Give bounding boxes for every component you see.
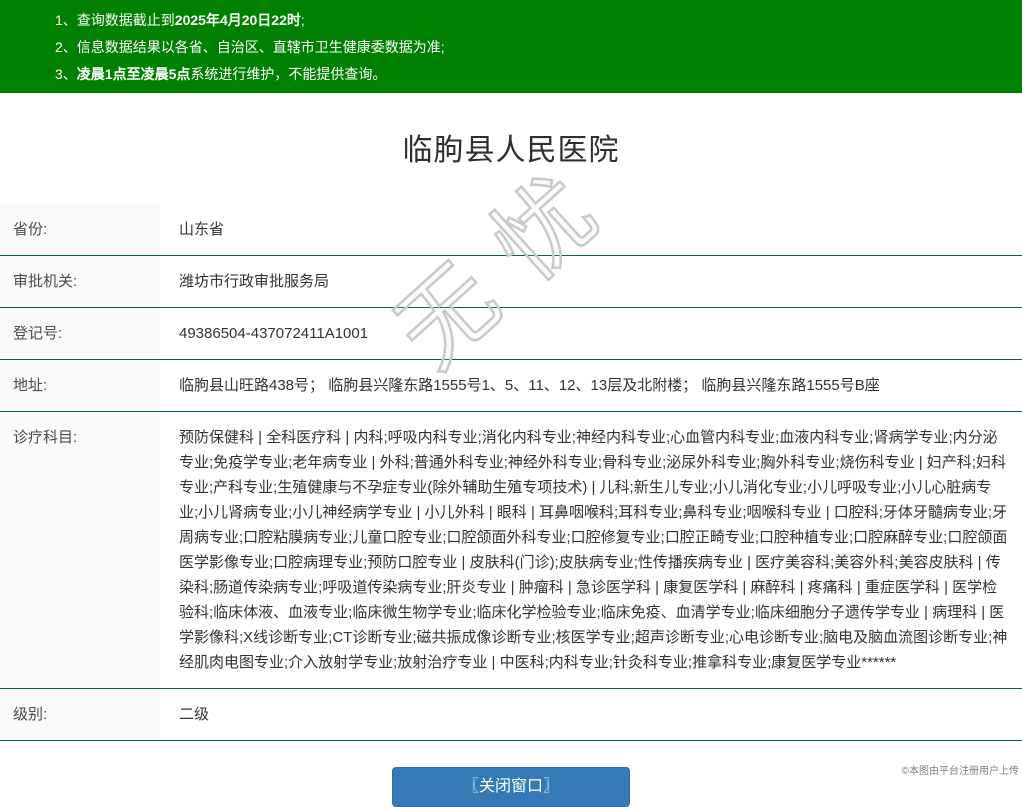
row-label: 级别:	[0, 689, 160, 740]
notice-bold-text: 2025年4月20日22时	[174, 12, 301, 28]
row-value: 二级	[179, 706, 210, 723]
notice-text: 1、查询数据截止到	[55, 12, 175, 28]
notice-line-1: 1、查询数据截止到2025年4月20日22时;	[55, 7, 1012, 34]
table-row-registration-number: 登记号: 49386504-437072411A1001	[0, 308, 1022, 360]
page-title: 临朐县人民医院	[402, 134, 620, 167]
table-row-province: 省份: 山东省	[0, 204, 1022, 256]
hospital-info-table: 省份: 山东省 审批机关: 潍坊市行政审批服务局 登记号: 49386504-4…	[0, 204, 1022, 741]
table-row-medical-subjects: 诊疗科目: 预防保健科 | 全科医疗科 | 内科;呼吸内科专业;消化内科专业;神…	[0, 412, 1022, 689]
row-label: 省份:	[0, 204, 160, 255]
row-label: 地址:	[0, 360, 160, 411]
notice-banner: 1、查询数据截止到2025年4月20日22时; 2、信息数据结果以各省、自治区、…	[0, 0, 1022, 93]
notice-bold-text: 凌晨1点至凌晨5点	[76, 66, 191, 82]
notice-line-2: 2、信息数据结果以各省、自治区、直辖市卫生健康委数据为准;	[55, 34, 1012, 61]
row-label: 诊疗科目:	[0, 412, 160, 688]
table-row-level: 级别: 二级	[0, 689, 1022, 741]
notice-text: 3、	[55, 66, 77, 82]
row-label: 审批机关:	[0, 256, 160, 307]
row-value: 潍坊市行政审批服务局	[179, 273, 330, 290]
platform-upload-watermark: ©本图由平台注册用户上传	[901, 766, 1019, 777]
notice-text: 2、信息数据结果以各省、自治区、直辖市卫生健康委数据为准;	[55, 39, 445, 55]
notice-text: 系统进行维护，不能提供查询。	[190, 66, 387, 82]
table-row-approval-authority: 审批机关: 潍坊市行政审批服务局	[0, 256, 1022, 308]
row-value: 预防保健科 | 全科医疗科 | 内科;呼吸内科专业;消化内科专业;神经内科专业;…	[179, 429, 1008, 671]
row-value: 临朐县山旺路438号； 临朐县兴隆东路1555号1、5、11、12、13层及北附…	[179, 377, 880, 394]
notice-line-3: 3、凌晨1点至凌晨5点系统进行维护，不能提供查询。	[55, 61, 1012, 88]
notice-text: ;	[300, 12, 305, 28]
close-window-button[interactable]: 〖关闭窗口〗	[392, 767, 630, 807]
row-label: 登记号:	[0, 308, 160, 359]
row-value: 49386504-437072411A1001	[179, 325, 369, 342]
row-value: 山东省	[179, 221, 225, 238]
table-row-address: 地址: 临朐县山旺路438号； 临朐县兴隆东路1555号1、5、11、12、13…	[0, 360, 1022, 412]
